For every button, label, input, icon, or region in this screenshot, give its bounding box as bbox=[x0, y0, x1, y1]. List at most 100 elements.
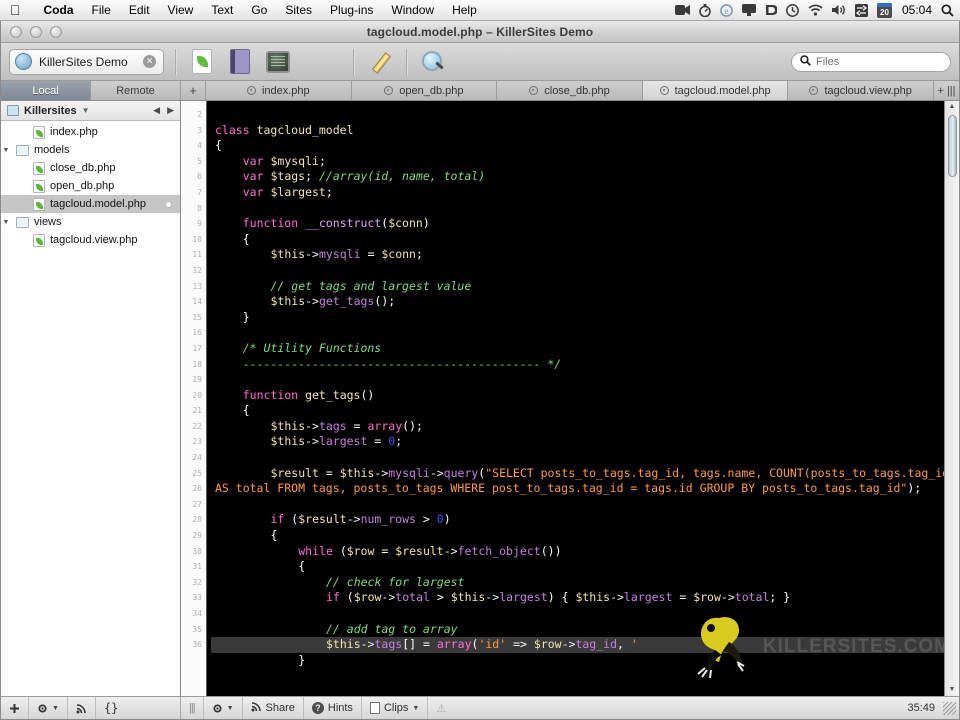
menu-file[interactable]: File bbox=[83, 3, 120, 17]
hints-button[interactable]: ? Hints bbox=[304, 697, 362, 719]
file-tab[interactable]: index.php bbox=[206, 81, 352, 100]
code-line-active[interactable]: $this->tags[] = array('id' => $row->tag_… bbox=[211, 637, 959, 653]
code-line[interactable]: $result = $this->mysqli->query("SELECT p… bbox=[211, 466, 959, 497]
pencil-edit-icon[interactable] bbox=[365, 47, 395, 77]
code-line[interactable]: { bbox=[211, 528, 959, 544]
leaf-page-icon[interactable] bbox=[187, 47, 217, 77]
site-selector[interactable]: KillerSites Demo × bbox=[9, 48, 164, 75]
display-icon[interactable] bbox=[741, 4, 756, 16]
sidebar-header[interactable]: Killersites ▼ ◀ ▶ bbox=[1, 101, 180, 121]
tree-folder-row[interactable]: ▼ models bbox=[1, 141, 180, 159]
code-line[interactable] bbox=[211, 107, 959, 123]
apple-menu-icon[interactable]:  bbox=[10, 3, 21, 17]
tree-file-row[interactable]: close_db.php bbox=[1, 159, 180, 177]
code-line[interactable]: $this->tags = array(); bbox=[211, 419, 959, 435]
tab-local[interactable]: Local bbox=[1, 81, 91, 100]
code-line[interactable]: // get tags and largest value bbox=[211, 279, 959, 295]
wifi-icon[interactable] bbox=[808, 4, 823, 16]
scroll-up-arrow[interactable]: ▲ bbox=[949, 101, 956, 113]
add-tab-button[interactable]: + bbox=[181, 81, 206, 100]
menu-plugins[interactable]: Plug-ins bbox=[321, 3, 382, 17]
code-line[interactable] bbox=[211, 372, 959, 388]
code-line[interactable]: $this->get_tags(); bbox=[211, 294, 959, 310]
tab-close-icon[interactable] bbox=[384, 86, 394, 95]
scrollbar-thumb[interactable] bbox=[947, 115, 957, 177]
dropbox-icon[interactable] bbox=[765, 4, 777, 16]
code-line[interactable]: class tagcloud_model bbox=[211, 123, 959, 139]
code-line[interactable]: // check for largest bbox=[211, 575, 959, 591]
book-icon[interactable] bbox=[225, 47, 255, 77]
code-line[interactable]: { bbox=[211, 138, 959, 154]
chevron-left-icon[interactable]: ◀ bbox=[153, 105, 160, 116]
file-tab[interactable]: close_db.php bbox=[497, 81, 643, 100]
code-line[interactable]: { bbox=[211, 559, 959, 575]
code-line[interactable]: if ($row->total > $this->largest) { $thi… bbox=[211, 590, 959, 606]
code-editor[interactable]: 2 3 4 5 6 7 8 9 10 11 12 13 14 15 16 17 18 19 20 21 22 23 24 25… bbox=[181, 101, 959, 696]
tab-remote[interactable]: Remote bbox=[91, 81, 181, 100]
tree-file-row[interactable]: tagcloud.view.php bbox=[1, 231, 180, 249]
add-file-button[interactable] bbox=[1, 697, 29, 719]
scroll-down-arrow[interactable]: ▼ bbox=[949, 684, 956, 696]
screen-recording-icon[interactable] bbox=[674, 4, 690, 16]
menu-coda[interactable]: Coda bbox=[35, 3, 83, 17]
clips-button[interactable]: Clips ▼ bbox=[362, 697, 429, 719]
code-content[interactable]: class tagcloud_model{ var $mysqli; var $… bbox=[207, 101, 959, 696]
disclosure-triangle-icon[interactable]: ▼ bbox=[1, 147, 11, 154]
tree-file-row[interactable]: open_db.php bbox=[1, 177, 180, 195]
site-close-icon[interactable]: × bbox=[143, 55, 156, 68]
search-input[interactable] bbox=[816, 55, 942, 68]
code-line[interactable]: } bbox=[211, 653, 959, 669]
tab-close-icon[interactable] bbox=[809, 86, 819, 95]
sidebar-gear-button[interactable]: ▼ bbox=[29, 697, 68, 719]
tab-overflow-controls[interactable]: + ||| bbox=[934, 81, 959, 100]
menu-go[interactable]: Go bbox=[242, 3, 276, 17]
menu-window[interactable]: Window bbox=[382, 3, 443, 17]
menu-edit[interactable]: Edit bbox=[120, 3, 159, 17]
preview-magnify-icon[interactable] bbox=[418, 47, 448, 77]
code-line[interactable]: { bbox=[211, 232, 959, 248]
disclosure-triangle-icon[interactable]: ▼ bbox=[1, 219, 11, 226]
code-line[interactable] bbox=[211, 606, 959, 622]
tab-close-icon[interactable] bbox=[246, 86, 256, 95]
code-line[interactable]: function get_tags() bbox=[211, 388, 959, 404]
browser-icon[interactable]: e bbox=[720, 3, 733, 17]
code-line[interactable]: if ($result->num_rows > 0) bbox=[211, 512, 959, 528]
chevron-right-icon[interactable]: ▶ bbox=[167, 105, 174, 116]
tree-folder-row[interactable]: ▼ views bbox=[1, 213, 180, 231]
menu-clock[interactable]: 05:04 bbox=[901, 3, 932, 17]
code-line[interactable] bbox=[211, 263, 959, 279]
menu-sites[interactable]: Sites bbox=[276, 3, 321, 17]
code-line[interactable]: var $tags; //array(id, name, total) bbox=[211, 169, 959, 185]
resize-grip[interactable] bbox=[943, 701, 956, 715]
calendar-date-icon[interactable]: 20 bbox=[876, 2, 892, 18]
spotlight-search-icon[interactable] bbox=[941, 3, 954, 17]
tab-close-icon[interactable] bbox=[659, 86, 669, 95]
menu-view[interactable]: View bbox=[159, 3, 203, 17]
code-line[interactable] bbox=[211, 325, 959, 341]
time-machine-icon[interactable] bbox=[786, 3, 799, 17]
editor-grip[interactable]: ||| bbox=[181, 697, 204, 719]
code-line[interactable]: /* Utility Functions bbox=[211, 341, 959, 357]
file-tab[interactable]: tagcloud.model.php bbox=[642, 81, 789, 100]
editor-gear-button[interactable]: ▼ bbox=[204, 697, 243, 719]
chevron-down-icon[interactable]: ▼ bbox=[82, 106, 90, 115]
window-title-bar[interactable]: tagcloud.model.php – KillerSites Demo bbox=[1, 21, 959, 43]
tab-close-icon[interactable] bbox=[529, 86, 539, 95]
terminal-icon[interactable] bbox=[263, 47, 293, 77]
code-line[interactable]: $this->mysqli = $conn; bbox=[211, 247, 959, 263]
code-line[interactable]: { bbox=[211, 403, 959, 419]
code-line[interactable]: } bbox=[211, 310, 959, 326]
code-line[interactable]: // add tag to array bbox=[211, 622, 959, 638]
code-line[interactable]: ----------------------------------------… bbox=[211, 357, 959, 373]
validator-button[interactable]: ⚠ bbox=[428, 697, 454, 719]
menu-text[interactable]: Text bbox=[202, 3, 242, 17]
share-button[interactable]: Share bbox=[243, 697, 304, 719]
tree-file-row[interactable]: index.php bbox=[1, 123, 180, 141]
search-field[interactable] bbox=[791, 51, 951, 72]
code-line[interactable] bbox=[211, 450, 959, 466]
menu-help[interactable]: Help bbox=[443, 3, 486, 17]
stopwatch-icon[interactable] bbox=[699, 3, 711, 17]
tree-file-row[interactable]: tagcloud.model.php bbox=[1, 195, 180, 213]
volume-icon[interactable] bbox=[831, 4, 846, 16]
code-line[interactable] bbox=[211, 497, 959, 513]
